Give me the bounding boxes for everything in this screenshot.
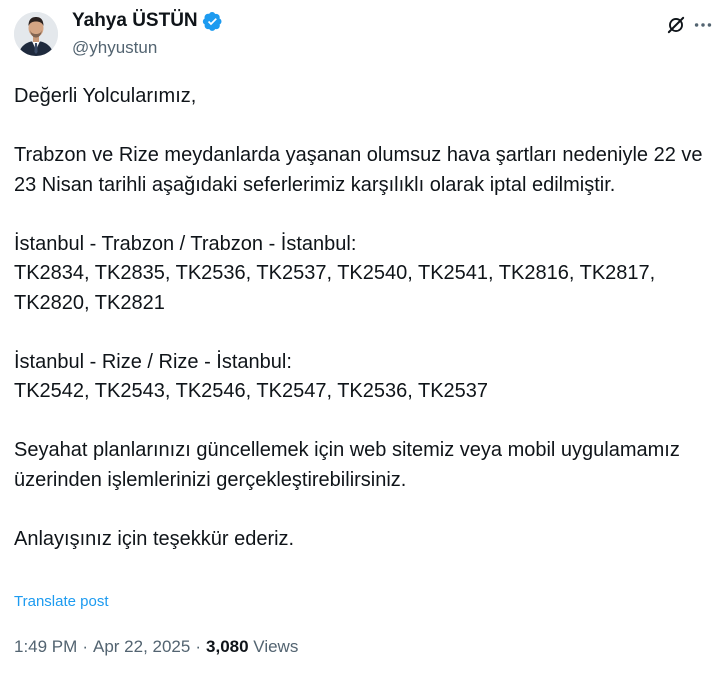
grok-icon <box>667 16 685 34</box>
post-paragraph-greeting: Değerli Yolcularımız, <box>14 85 197 107</box>
meta-separator: · <box>195 637 202 656</box>
author-display-name[interactable]: Yahya ÜSTÜN <box>72 10 198 32</box>
more-options-button[interactable] <box>690 11 716 39</box>
meta-separator: · <box>82 637 88 656</box>
post-spacer: ​ <box>14 200 714 230</box>
views-label: Views <box>253 637 299 656</box>
post-paragraph-rize-flights: İstanbul - Rize / Rize - İstanbul: TK254… <box>14 350 489 403</box>
post-spacer: ​ <box>14 495 714 525</box>
author-avatar[interactable] <box>14 12 58 56</box>
post-paragraph-announcement: Trabzon ve Rize meydanlarda yaşanan olum… <box>14 144 709 196</box>
author-handle[interactable]: @yhyustun <box>72 38 157 58</box>
author-name-row[interactable]: Yahya ÜSTÜN <box>72 10 223 32</box>
post-spacer: ​ <box>14 407 714 437</box>
translate-post-link[interactable]: Translate post <box>14 593 109 610</box>
post-spacer: ​ <box>14 112 714 142</box>
post-paragraph-trabzon-flights: İstanbul - Trabzon / Trabzon - İstanbul:… <box>14 232 656 314</box>
post-time-link[interactable]: 1:49 PM <box>14 637 77 657</box>
post-spacer: ​ <box>14 318 714 348</box>
post-text: Değerli Yolcularımız, ​ Trabzon ve Rize … <box>14 82 714 554</box>
post-date-link[interactable]: Apr 22, 2025 <box>93 637 190 657</box>
verified-badge-icon[interactable] <box>202 11 223 32</box>
post-paragraph-thanks: Anlayışınız için teşekkür ederiz. <box>14 527 295 550</box>
more-dots-icon <box>694 23 712 27</box>
grok-button[interactable] <box>662 11 690 39</box>
views-count: 3,080 <box>206 637 249 656</box>
avatar-image <box>14 12 58 56</box>
post-metadata: 1:49 PM · Apr 22, 2025 · 3,080 Views <box>14 637 298 657</box>
post-paragraph-instructions: Seyahat planlarınızı güncellemek için we… <box>14 439 686 491</box>
